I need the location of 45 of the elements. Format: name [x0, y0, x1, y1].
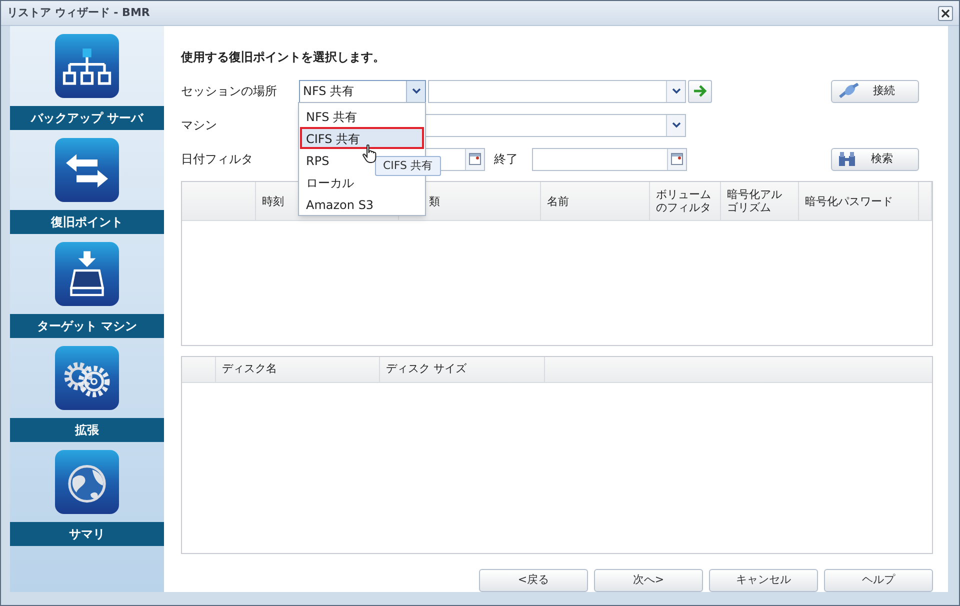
calendar-icon: [671, 153, 683, 165]
heading: 使用する復旧ポイントを選択します。: [181, 49, 386, 65]
column-header: 暗号化パスワード: [799, 182, 919, 220]
window-title: リストア ウィザード - BMR: [7, 4, 150, 21]
dropdown-option[interactable]: CIFS 共有: [300, 127, 424, 149]
step-label: バックアップ サーバ: [10, 106, 164, 130]
step-icon-tile[interactable]: [55, 138, 119, 202]
arrow-right-icon: [693, 85, 707, 97]
field-label: セッションの場所: [181, 83, 278, 100]
hand-cursor-icon: [362, 144, 378, 164]
step-icon-tile[interactable]: [55, 34, 119, 98]
step-icon-tile[interactable]: [55, 242, 119, 306]
step-icon-tile[interactable]: [55, 450, 119, 514]
footer-button[interactable]: キャンセル: [709, 569, 818, 592]
search-button[interactable]: 検索: [831, 148, 919, 170]
column-header: ボリュームのフィルタ: [650, 182, 721, 220]
dropdown-option[interactable]: NFS 共有: [300, 105, 424, 127]
calendar-icon: [469, 153, 481, 165]
chevron-down-icon: [672, 88, 680, 94]
plug-icon: [838, 83, 860, 99]
step-label: サマリ: [10, 522, 164, 546]
go-button[interactable]: [688, 80, 712, 102]
column-header: ディスク サイズ: [380, 357, 545, 382]
footer-button[interactable]: ヘルプ: [824, 569, 933, 592]
column-header: 名前: [541, 182, 650, 220]
tooltip: CIFS 共有: [375, 156, 441, 176]
chevron-down-icon: [412, 88, 420, 94]
footer-button[interactable]: <戻る: [479, 569, 588, 592]
column-header: ディスク名: [216, 357, 380, 382]
field-label: 日付フィルタ: [181, 151, 254, 168]
location-combo[interactable]: NFS 共有: [299, 80, 426, 102]
step-icon-tile[interactable]: [55, 346, 119, 410]
close-button[interactable]: [938, 6, 953, 20]
close-icon: [941, 8, 950, 18]
connect-button[interactable]: 接続: [831, 80, 919, 102]
field-label: マシン: [181, 117, 218, 134]
field-label: 終了: [494, 151, 519, 168]
footer-button[interactable]: 次へ>: [594, 569, 703, 592]
binoculars-icon: [838, 151, 856, 167]
step-label: 復旧ポイント: [10, 210, 164, 234]
column-header: 暗号化アルゴリズム: [721, 182, 799, 220]
step-label: 拡張: [10, 418, 164, 442]
step-label: ターゲット マシン: [10, 314, 164, 338]
chevron-down-icon: [672, 122, 680, 128]
end-date-field[interactable]: [532, 148, 687, 170]
